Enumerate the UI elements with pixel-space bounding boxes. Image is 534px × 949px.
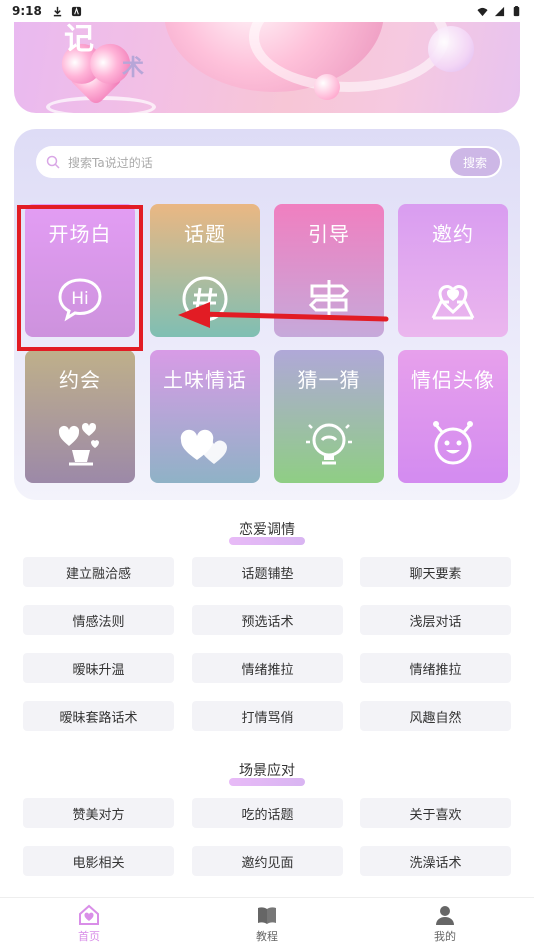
chip[interactable]: 情绪推拉 (192, 653, 343, 683)
tile-label: 土味情话 (163, 368, 247, 392)
chip[interactable]: 情感法则 (23, 605, 174, 635)
title-underline (229, 537, 305, 545)
search-input[interactable]: 搜索Ta说过的话 (68, 154, 153, 171)
chip[interactable]: 赞美对方 (23, 798, 174, 828)
chip[interactable]: 吃的话题 (192, 798, 343, 828)
tile-couple-avatars[interactable]: 情侣头像 (398, 350, 508, 483)
chip[interactable]: 暧昧升温 (23, 653, 174, 683)
highlight-box (17, 205, 143, 351)
chip[interactable]: 话题铺垫 (192, 557, 343, 587)
search-button[interactable]: 搜索 (450, 148, 500, 176)
tile-label: 情侣头像 (411, 368, 495, 392)
tile-label: 邀约 (432, 222, 474, 246)
tab-profile[interactable]: 我的 (356, 898, 534, 949)
book-icon (258, 906, 276, 924)
smiley-face-icon (433, 421, 473, 465)
chip[interactable]: 邀约见面 (192, 846, 343, 876)
app-notification-icon (71, 6, 81, 16)
chip[interactable]: 浅层对话 (360, 605, 511, 635)
chip[interactable]: 洗澡话术 (360, 846, 511, 876)
tab-label: 我的 (434, 929, 456, 943)
tab-tutorial[interactable]: 教程 (178, 898, 356, 949)
download-icon (53, 6, 62, 16)
chip[interactable]: 聊天要素 (360, 557, 511, 587)
tile-invite[interactable]: 邀约 (398, 204, 508, 337)
pointer-arrow-icon (178, 302, 389, 328)
chip[interactable]: 电影相关 (23, 846, 174, 876)
chip[interactable]: 打情骂俏 (192, 701, 343, 731)
banner-bubble (428, 26, 474, 72)
home-heart-icon (79, 904, 99, 925)
status-bar: 9:18 (0, 0, 534, 22)
chip[interactable]: 预选话术 (192, 605, 343, 635)
section-title-scenarios: 场景应对 (0, 760, 534, 786)
chip[interactable]: 建立融洽感 (23, 557, 174, 587)
tile-dating[interactable]: 约会 (25, 350, 135, 483)
map-heart-icon (431, 285, 475, 320)
chip[interactable]: 情绪推拉 (360, 653, 511, 683)
tile-label: 引导 (308, 222, 350, 246)
tab-label: 教程 (256, 929, 278, 943)
promo-banner[interactable]: 记 术 (14, 22, 520, 113)
chip[interactable]: 关于喜欢 (360, 798, 511, 828)
tile-cheesy-lines[interactable]: 土味情话 (150, 350, 260, 483)
battery-icon (513, 5, 520, 16)
search-bar[interactable]: 搜索Ta说过的话 搜索 (36, 146, 502, 178)
tab-label: 首页 (78, 929, 100, 943)
title-underline (229, 778, 305, 786)
chip[interactable]: 暧昧套路话术 (23, 701, 174, 731)
tile-label: 话题 (184, 222, 226, 246)
banner-bubble (314, 74, 340, 100)
status-time: 9:18 (12, 4, 42, 18)
chip[interactable]: 风趣自然 (360, 701, 511, 731)
search-icon (46, 155, 60, 169)
tile-label: 约会 (59, 368, 101, 392)
two-hearts-icon (180, 429, 227, 464)
hearts-cup-icon (58, 422, 99, 466)
banner-glyph: 记 (64, 22, 94, 57)
tab-home[interactable]: 首页 (0, 898, 178, 949)
user-icon (436, 905, 454, 925)
bottom-tab-bar: 首页 教程 我的 (0, 897, 534, 949)
signal-icon (494, 6, 505, 16)
lightbulb-icon (306, 423, 352, 465)
section-title-flirting: 恋爱调情 (0, 519, 534, 545)
wifi-icon (477, 7, 488, 16)
tile-guess[interactable]: 猜一猜 (274, 350, 384, 483)
banner-glyph: 术 (122, 55, 145, 81)
tile-label: 猜一猜 (297, 368, 361, 392)
